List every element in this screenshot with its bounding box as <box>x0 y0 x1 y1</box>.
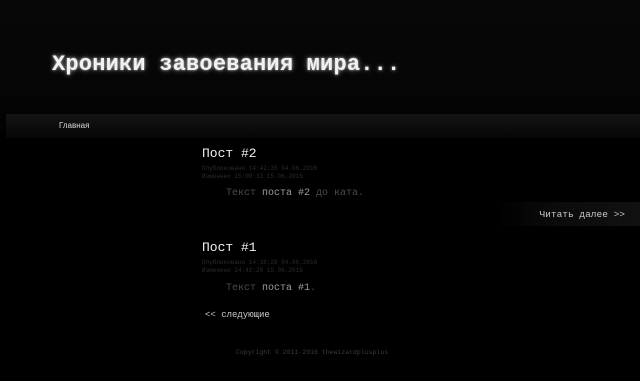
site-title: Хроники завоевания мира... <box>52 52 401 77</box>
post-body-suffix: до ката. <box>310 188 365 199</box>
page: Хроники завоевания мира... Главная Пост … <box>0 0 640 381</box>
post-body: Текст поста #2 до ката. <box>226 188 364 199</box>
post-title[interactable]: Пост #1 <box>202 240 257 255</box>
pager-next-link[interactable]: << следующие <box>205 310 270 320</box>
post-meta-edited: Изменено 14:42:20 15.06.2016 <box>202 267 303 274</box>
nav-bar: Главная <box>6 114 640 138</box>
nav-home-link[interactable]: Главная <box>59 121 89 130</box>
post-body-suffix: . <box>310 283 317 294</box>
post-body-middle: поста #1 <box>262 283 311 294</box>
post-body: Текст поста #1. <box>226 283 316 294</box>
post-body-middle: поста #2 <box>262 188 311 199</box>
post-body-prefix: Текст <box>226 188 263 199</box>
read-more-link[interactable]: Читать далее >> <box>539 209 625 220</box>
footer-copyright: Copyright © 2011-2016 thewizardplusplus <box>236 349 389 356</box>
post-body-prefix: Текст <box>226 283 263 294</box>
post-meta-edited: Изменено 15:09:33 15.06.2016 <box>202 173 303 180</box>
post-meta-published: Опубликовано 14:38:28 04.06.2016 <box>202 259 318 266</box>
post-title[interactable]: Пост #2 <box>202 146 257 161</box>
post-meta-published: Опубликовано 14:42:35 04.06.2016 <box>202 165 318 172</box>
read-more-bar: Читать далее >> <box>497 202 640 226</box>
